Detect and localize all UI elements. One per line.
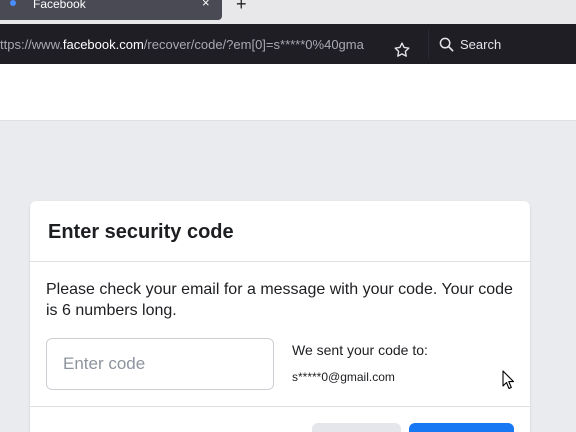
divider <box>30 406 530 407</box>
search-box[interactable]: Search <box>428 29 576 59</box>
sent-to-label: We sent your code to: <box>292 342 428 358</box>
security-code-card: Enter security code Please check your em… <box>30 201 530 432</box>
search-icon <box>439 37 454 52</box>
mouse-cursor-icon <box>502 370 515 390</box>
sent-to-email: s*****0@gmail.com <box>292 370 395 384</box>
bookmark-star-icon[interactable] <box>393 41 411 59</box>
cancel-button[interactable] <box>312 423 401 432</box>
url-path: /recover/code/?em[0]=s*****0%40gma <box>143 37 364 52</box>
code-input[interactable] <box>46 338 274 390</box>
new-tab-button[interactable]: + <box>236 0 247 13</box>
divider <box>30 261 530 262</box>
browser-tab[interactable]: Facebook × <box>0 0 222 20</box>
url-host: facebook.com <box>62 37 144 52</box>
instructions-text: Please check your email for a message wi… <box>46 281 513 319</box>
tab-title: Facebook <box>33 0 86 11</box>
search-label: Search <box>460 37 502 52</box>
url-text: ttps://www.facebook.com/recover/code/?em… <box>0 37 388 52</box>
facebook-favicon-icon <box>10 0 16 6</box>
card-title: Enter security code <box>48 221 234 243</box>
address-bar[interactable]: ttps://www.facebook.com/recover/code/?em… <box>0 29 418 59</box>
continue-button[interactable] <box>409 423 514 432</box>
close-tab-icon[interactable]: × <box>202 0 210 10</box>
navigation-bar: ttps://www.facebook.com/recover/code/?em… <box>0 24 576 64</box>
site-header <box>0 64 576 121</box>
url-prefix: ttps://www. <box>0 37 63 52</box>
tab-strip: Facebook × + <box>0 0 576 24</box>
